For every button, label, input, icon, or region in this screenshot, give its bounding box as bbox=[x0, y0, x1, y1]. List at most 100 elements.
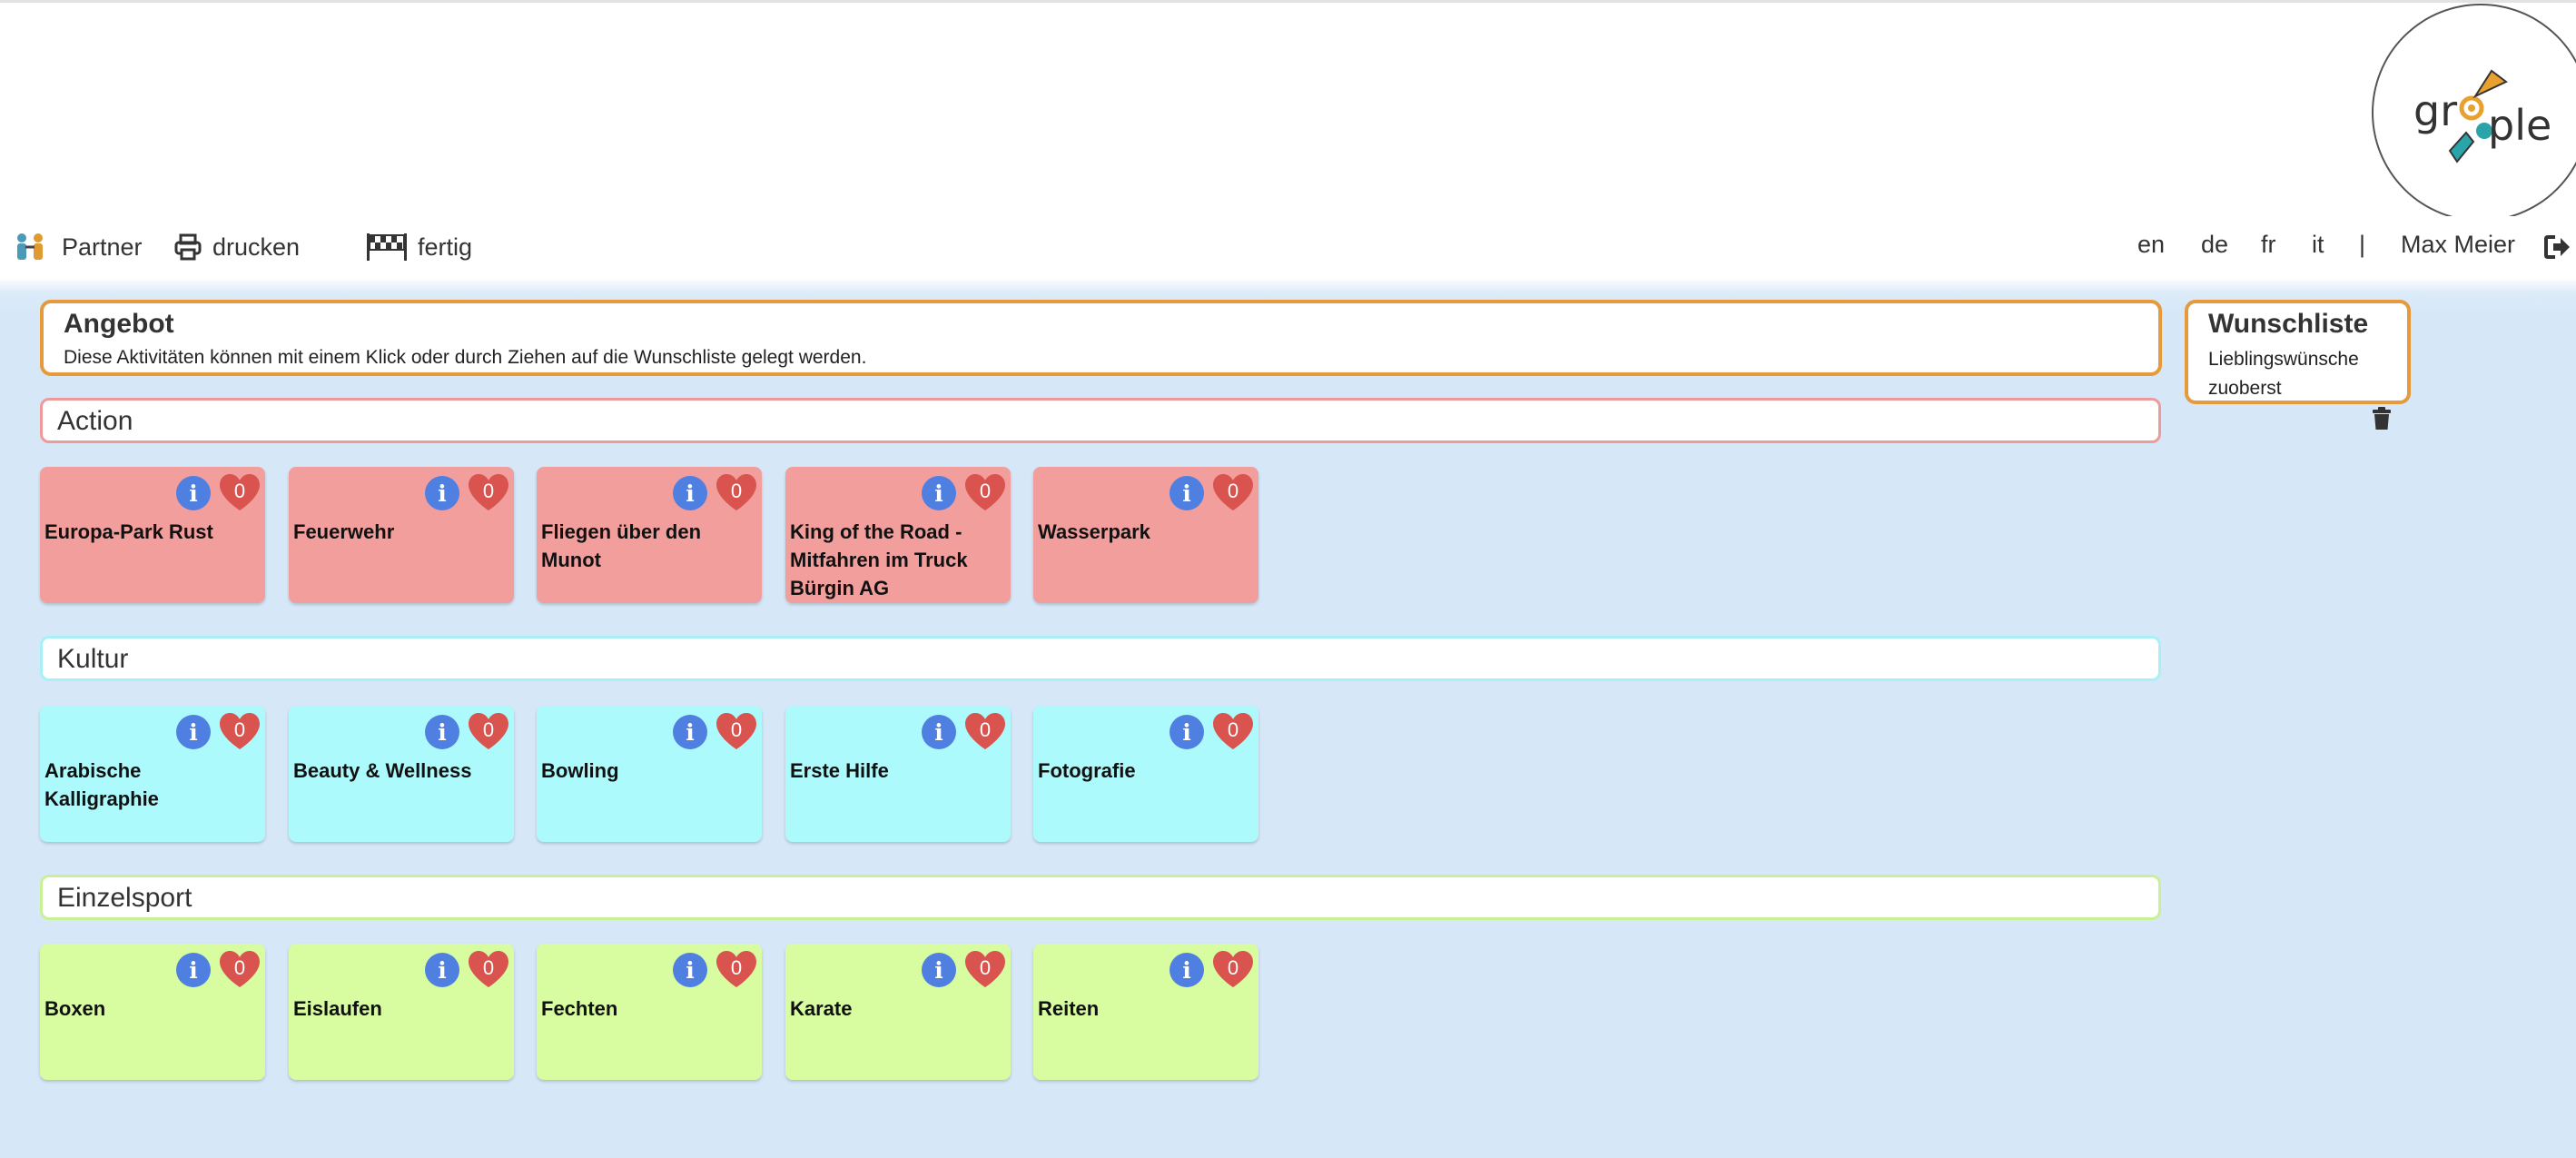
logo-text-left: gr bbox=[2413, 86, 2457, 135]
info-icon[interactable]: i bbox=[922, 953, 956, 987]
heart-icon[interactable]: 0 bbox=[715, 711, 758, 751]
logo-text-right: ple bbox=[2488, 101, 2551, 150]
activity-card[interactable]: i 0 Wasserpark bbox=[1033, 467, 1258, 603]
print-link[interactable]: drucken bbox=[174, 231, 300, 263]
info-icon[interactable]: i bbox=[425, 476, 459, 510]
print-label: drucken bbox=[212, 233, 301, 261]
heart-icon[interactable]: 0 bbox=[467, 711, 510, 751]
heart-icon[interactable]: 0 bbox=[715, 949, 758, 989]
like-count: 0 bbox=[233, 718, 246, 741]
info-icon[interactable]: i bbox=[922, 476, 956, 510]
info-icon[interactable]: i bbox=[673, 953, 707, 987]
activity-name: Feuerwehr bbox=[293, 520, 395, 543]
done-label: fertig bbox=[418, 233, 473, 261]
activity-name: Fliegen über den Munot bbox=[541, 520, 702, 571]
activity-card[interactable]: i 0 Arabische Kalligraphie bbox=[40, 706, 265, 842]
category-title: Action bbox=[57, 406, 133, 436]
info-icon[interactable]: i bbox=[1170, 953, 1204, 987]
logout-button[interactable] bbox=[2544, 234, 2571, 264]
activity-card[interactable]: i 0 Reiten bbox=[1033, 944, 1258, 1080]
activity-name: Arabische Kalligraphie bbox=[44, 759, 159, 810]
heart-icon[interactable]: 0 bbox=[963, 711, 1007, 751]
category-title: Kultur bbox=[57, 644, 129, 674]
done-link[interactable]: fertig bbox=[365, 231, 472, 263]
like-count: 0 bbox=[979, 480, 992, 502]
heart-icon[interactable]: 0 bbox=[1211, 949, 1255, 989]
activity-card[interactable]: i 0 Erste Hilfe bbox=[785, 706, 1011, 842]
activity-card[interactable]: i 0 Eislaufen bbox=[289, 944, 514, 1080]
heart-icon[interactable]: 0 bbox=[218, 949, 262, 989]
heart-icon[interactable]: 0 bbox=[467, 949, 510, 989]
user-name[interactable]: Max Meier bbox=[2401, 231, 2515, 259]
activity-name: King of the Road - Mitfahren im Truck Bü… bbox=[790, 520, 968, 599]
lang-separator: | bbox=[2359, 231, 2366, 258]
like-count: 0 bbox=[730, 956, 743, 979]
like-count: 0 bbox=[233, 480, 246, 502]
activity-card[interactable]: i 0 Karate bbox=[785, 944, 1011, 1080]
activity-card[interactable]: i 0 Bowling bbox=[537, 706, 762, 842]
wishlist-panel[interactable]: Wunschliste Lieblingswünsche zuoberst bbox=[2185, 300, 2411, 404]
activity-name: Wasserpark bbox=[1038, 520, 1150, 543]
like-count: 0 bbox=[1227, 480, 1239, 502]
info-icon[interactable]: i bbox=[922, 715, 956, 749]
category-header: Einzelsport bbox=[40, 875, 2161, 920]
logo-graphic: gr ple bbox=[2413, 69, 2551, 163]
activity-card[interactable]: i 0 Boxen bbox=[40, 944, 265, 1080]
activity-name: Karate bbox=[790, 997, 853, 1020]
heart-icon[interactable]: 0 bbox=[1211, 711, 1255, 751]
navbar: Partner drucken fertig en de fr it | Max… bbox=[0, 216, 2576, 278]
offer-panel: Angebot Diese Aktivitäten können mit ein… bbox=[40, 300, 2162, 376]
activity-name: Eislaufen bbox=[293, 997, 382, 1020]
activity-name: Erste Hilfe bbox=[790, 759, 889, 782]
info-icon[interactable]: i bbox=[176, 476, 211, 510]
wishlist-subtitle-1: Lieblingswünsche bbox=[2208, 349, 2359, 370]
heart-icon[interactable]: 0 bbox=[963, 472, 1007, 512]
like-count: 0 bbox=[482, 956, 495, 979]
partner-link[interactable]: Partner bbox=[13, 231, 143, 263]
info-icon[interactable]: i bbox=[1170, 715, 1204, 749]
activity-name: Beauty & Wellness bbox=[293, 759, 472, 782]
lang-fr[interactable]: fr bbox=[2261, 231, 2276, 259]
info-icon[interactable]: i bbox=[673, 476, 707, 510]
activity-card[interactable]: i 0 Fechten bbox=[537, 944, 762, 1080]
heart-icon[interactable]: 0 bbox=[467, 472, 510, 512]
activity-name: Europa-Park Rust bbox=[44, 520, 213, 543]
partner-label: Partner bbox=[62, 233, 143, 261]
wishlist-subtitle-2: zuoberst bbox=[2208, 378, 2282, 399]
lang-de[interactable]: de bbox=[2201, 231, 2228, 259]
activity-card[interactable]: i 0 Fliegen über den Munot bbox=[537, 467, 762, 603]
like-count: 0 bbox=[730, 480, 743, 502]
checkered-flag-icon bbox=[365, 232, 407, 262]
category-header: Action bbox=[40, 398, 2161, 443]
heart-icon[interactable]: 0 bbox=[963, 949, 1007, 989]
groople-logo[interactable]: gr ple bbox=[2372, 4, 2576, 222]
activity-card[interactable]: i 0 Feuerwehr bbox=[289, 467, 514, 603]
clear-wishlist-button[interactable] bbox=[2372, 407, 2392, 435]
activity-name: Bowling bbox=[541, 759, 619, 782]
people-icon bbox=[13, 233, 51, 262]
wishlist-title: Wunschliste bbox=[2208, 309, 2369, 339]
heart-icon[interactable]: 0 bbox=[1211, 472, 1255, 512]
activity-name: Fotografie bbox=[1038, 759, 1136, 782]
info-icon[interactable]: i bbox=[1170, 476, 1204, 510]
offer-description: Diese Aktivitäten können mit einem Klick… bbox=[64, 347, 867, 368]
heart-icon[interactable]: 0 bbox=[218, 711, 262, 751]
activity-card[interactable]: i 0 King of the Road - Mitfahren im Truck … bbox=[785, 467, 1011, 603]
info-icon[interactable]: i bbox=[176, 715, 211, 749]
heart-icon[interactable]: 0 bbox=[218, 472, 262, 512]
lang-it[interactable]: it bbox=[2312, 231, 2324, 259]
activity-card[interactable]: i 0 Fotografie bbox=[1033, 706, 1258, 842]
info-icon[interactable]: i bbox=[425, 953, 459, 987]
like-count: 0 bbox=[730, 718, 743, 741]
activity-name: Fechten bbox=[541, 997, 618, 1020]
lang-en[interactable]: en bbox=[2137, 231, 2165, 259]
info-icon[interactable]: i bbox=[673, 715, 707, 749]
activity-card[interactable]: i 0 Beauty & Wellness bbox=[289, 706, 514, 842]
top-border bbox=[0, 0, 2576, 3]
printer-icon bbox=[174, 233, 202, 261]
info-icon[interactable]: i bbox=[176, 953, 211, 987]
heart-icon[interactable]: 0 bbox=[715, 472, 758, 512]
trash-icon bbox=[2373, 407, 2391, 430]
activity-card[interactable]: i 0 Europa-Park Rust bbox=[40, 467, 265, 603]
info-icon[interactable]: i bbox=[425, 715, 459, 749]
